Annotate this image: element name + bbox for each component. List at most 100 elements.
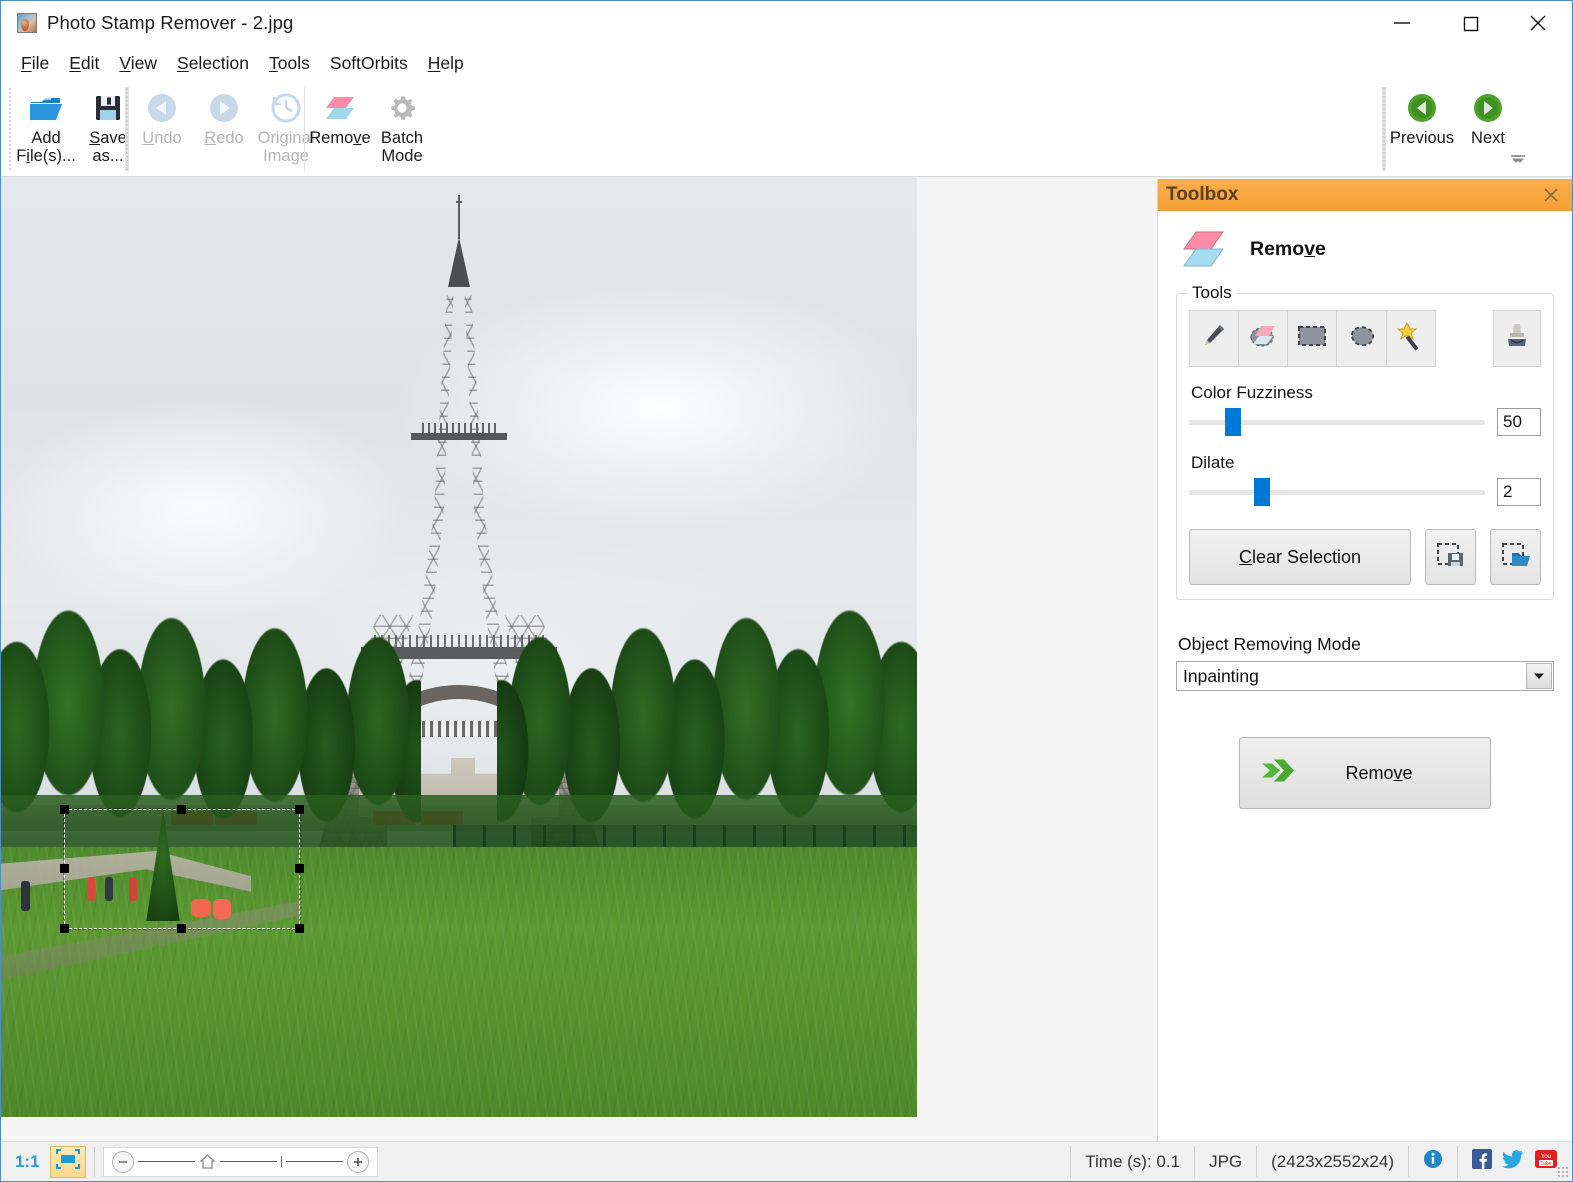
zoom-in-icon[interactable] <box>347 1151 369 1173</box>
toolbar-group-history: Undo Redo <box>131 83 317 173</box>
zoom-ratio-label[interactable]: 1:1 <box>1 1152 50 1172</box>
toolbar: AddFile(s)... Saveas... <box>1 81 1572 177</box>
color-fuzziness-row: 50 <box>1189 407 1541 437</box>
status-divider-1 <box>94 1147 95 1177</box>
eraser-tool-button[interactable] <box>1239 310 1288 367</box>
redo-button[interactable]: Redo <box>193 83 255 147</box>
pencil-tool-button[interactable] <box>1189 310 1239 367</box>
undo-icon <box>145 89 179 127</box>
dilate-value[interactable]: 2 <box>1497 478 1541 506</box>
minimize-button[interactable] <box>1368 1 1436 45</box>
save-selection-button[interactable] <box>1425 529 1476 585</box>
selection-handle-middle-right[interactable] <box>295 864 304 873</box>
menu-bar: File Edit View Selection Tools SoftOrbit… <box>1 45 1572 81</box>
arrow-left-green-icon <box>1406 89 1438 127</box>
color-fuzziness-label: Color Fuzziness <box>1191 383 1541 403</box>
magic-wand-tool-button[interactable] <box>1387 310 1436 367</box>
chevron-down-icon[interactable] <box>1526 663 1552 689</box>
remove-action-button[interactable]: Remove <box>1239 737 1491 809</box>
save-selection-icon <box>1436 541 1466 574</box>
zoom-track-left <box>138 1161 195 1162</box>
close-button[interactable] <box>1504 1 1572 45</box>
selection-marquee[interactable] <box>64 809 300 929</box>
clear-selection-button[interactable]: Clear Selection <box>1189 529 1411 585</box>
selection-actions-row: Clear Selection <box>1189 529 1541 585</box>
pencil-icon <box>1199 321 1229 356</box>
save-as-label: Saveas... <box>89 129 127 166</box>
color-fuzziness-value[interactable]: 50 <box>1497 408 1541 436</box>
lasso-tool-button[interactable] <box>1337 310 1386 367</box>
image-canvas[interactable] <box>1 177 917 1117</box>
redo-icon <box>207 89 241 127</box>
youtube-icon[interactable]: You Tube <box>1534 1149 1558 1174</box>
toolbox-panel: Toolbox Remove Tools <box>1157 179 1572 1141</box>
clone-stamp-tool-button[interactable] <box>1493 310 1541 367</box>
eraser-icon <box>1180 229 1226 269</box>
next-button[interactable]: Next <box>1455 83 1521 147</box>
status-time: Time (s): 0.1 <box>1070 1146 1194 1178</box>
load-selection-button[interactable] <box>1490 529 1541 585</box>
selection-handle-bottom-right[interactable] <box>295 924 304 933</box>
remove-toolbar-button[interactable]: Remove <box>309 83 371 147</box>
menu-file[interactable]: File <box>11 51 59 76</box>
selection-handle-top-middle[interactable] <box>177 805 186 814</box>
save-as-button[interactable]: Saveas... <box>77 83 139 166</box>
maximize-button[interactable] <box>1436 1 1504 45</box>
status-dimensions: (2423x2552x24) <box>1256 1146 1408 1178</box>
rectangle-tool-button[interactable] <box>1288 310 1337 367</box>
zoom-tick <box>281 1156 282 1167</box>
color-fuzziness-slider[interactable] <box>1189 407 1485 437</box>
menu-selection[interactable]: Selection <box>167 51 259 76</box>
close-icon[interactable] <box>1540 184 1562 206</box>
menu-softorbits[interactable]: SoftOrbits <box>320 51 418 76</box>
selection-handle-top-right[interactable] <box>295 805 304 814</box>
remove-toolbar-label: Remove <box>309 129 370 147</box>
facebook-icon[interactable] <box>1472 1149 1492 1174</box>
object-removing-mode-select[interactable]: Inpainting <box>1176 661 1554 691</box>
resize-grip[interactable] <box>1557 1166 1569 1178</box>
zoom-slider-widget[interactable] <box>103 1147 378 1177</box>
menu-tools[interactable]: Tools <box>259 51 320 76</box>
dilate-rail <box>1189 490 1485 495</box>
undo-label: Undo <box>142 129 181 147</box>
nav-expander[interactable] <box>1512 152 1528 170</box>
dilate-slider[interactable] <box>1189 477 1485 507</box>
menu-view[interactable]: View <box>109 51 167 76</box>
object-removing-mode-label: Object Removing Mode <box>1178 634 1554 655</box>
info-icon[interactable] <box>1423 1149 1443 1174</box>
add-files-button[interactable]: AddFile(s)... <box>15 83 77 166</box>
fit-to-window-button[interactable] <box>50 1146 86 1178</box>
person-4 <box>21 881 30 911</box>
status-bar: 1:1 <box>1 1141 1572 1181</box>
original-image-button[interactable]: OriginalImage <box>255 83 317 166</box>
undo-button[interactable]: Undo <box>131 83 193 147</box>
toolbar-group-navigation: Previous Next <box>1389 83 1521 173</box>
zoom-out-icon[interactable] <box>112 1151 134 1173</box>
magic-wand-icon <box>1395 321 1427 356</box>
window-controls <box>1368 1 1572 45</box>
green-arrow-icon <box>1258 754 1298 793</box>
color-fuzziness-thumb[interactable] <box>1225 408 1241 436</box>
toolbar-grip[interactable] <box>8 87 12 171</box>
eraser-icon <box>323 89 357 127</box>
batch-mode-label: BatchMode <box>381 129 423 166</box>
twitter-icon[interactable] <box>1502 1149 1524 1174</box>
dilate-thumb[interactable] <box>1254 478 1270 506</box>
selection-handle-middle-left[interactable] <box>60 864 69 873</box>
menu-help[interactable]: Help <box>418 51 474 76</box>
tools-group-label: Tools <box>1187 283 1237 303</box>
gear-icon <box>386 89 418 127</box>
zoom-home-icon[interactable] <box>199 1153 216 1170</box>
redo-label: Redo <box>204 129 243 147</box>
save-as-icon <box>94 89 122 127</box>
selection-handle-bottom-left[interactable] <box>60 924 69 933</box>
selection-handle-bottom-middle[interactable] <box>177 924 186 933</box>
selection-handle-top-left[interactable] <box>60 805 69 814</box>
toolbar-separator-2 <box>304 87 305 171</box>
fit-to-window-icon <box>55 1148 81 1175</box>
batch-mode-button[interactable]: BatchMode <box>371 83 433 166</box>
application-window: Photo Stamp Remover - 2.jpg File Edit Vi… <box>0 0 1573 1182</box>
previous-button[interactable]: Previous <box>1389 83 1455 147</box>
tools-row <box>1189 310 1541 367</box>
menu-edit[interactable]: Edit <box>59 51 109 76</box>
